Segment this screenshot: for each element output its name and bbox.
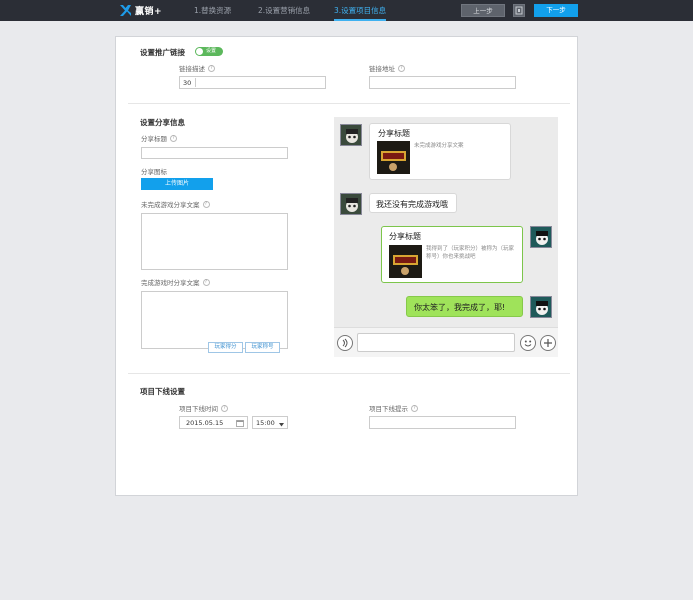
chat-bubble-right: 你太笨了，我完成了，耶!: [406, 296, 523, 317]
settings-card: 设置推广链接 设置 链接描述 ? 30 链接地址 ? 设置分享信息 分享标题 ?…: [115, 36, 578, 496]
top-bar: 赢销+ 1.替换资源 2.设置营销信息 3.设置项目信息 上一步 下一步: [0, 0, 693, 21]
game-thumbnail: [377, 141, 410, 174]
plus-icon[interactable]: [540, 335, 556, 351]
offline-time-value: 15:00: [256, 419, 275, 427]
link-url-input[interactable]: [369, 76, 516, 89]
finished-copy-label: 完成游戏时分享文案 ?: [141, 277, 210, 287]
offline-notice-input[interactable]: [369, 416, 516, 429]
chat-bubble-left: 我还没有完成游戏哦: [369, 193, 457, 213]
finished-copy-label-text: 完成游戏时分享文案: [141, 279, 200, 287]
calendar-icon[interactable]: [236, 419, 244, 429]
chat-input[interactable]: [357, 333, 515, 352]
offline-time-label-text: 项目下线时间: [179, 405, 218, 413]
promo-toggle[interactable]: 设置: [195, 47, 223, 56]
chevron-down-icon: [279, 421, 284, 429]
question-icon[interactable]: ?: [411, 404, 418, 412]
question-icon[interactable]: ?: [398, 64, 405, 72]
insert-player-title-button[interactable]: 玩家称号: [245, 342, 280, 353]
step-3-tab[interactable]: 3.设置项目信息: [334, 0, 387, 21]
game-thumbnail: [389, 245, 422, 278]
question-icon[interactable]: ?: [208, 64, 215, 72]
question-icon[interactable]: ?: [202, 200, 210, 208]
voice-icon[interactable]: [337, 335, 353, 351]
share-card-desc: 我得到了（玩家积分）被称为（玩家称号）你也来挑战吧: [426, 246, 515, 260]
share-card-desc: 未完成游戏分享文案: [414, 143, 464, 149]
question-icon[interactable]: ?: [202, 278, 210, 286]
share-section-title: 设置分享信息: [140, 118, 185, 127]
unfinished-copy-textarea[interactable]: [141, 213, 288, 270]
brand-name: 赢销+: [135, 7, 163, 17]
input-divider: [195, 78, 196, 87]
avatar-self: [530, 296, 552, 318]
offline-notice-label-text: 项目下线提示: [369, 405, 408, 413]
unfinished-copy-label-text: 未完成游戏分享文案: [141, 201, 200, 209]
offline-time-select[interactable]: 15:00: [252, 416, 288, 429]
chat-input-bar: [334, 327, 558, 357]
offline-time-label: 项目下线时间 ?: [179, 403, 228, 413]
share-preview-panel: 分享标题 未完成游戏分享文案 我还没有完成游戏哦 分享标题 我得到了（玩家积分）…: [334, 117, 558, 357]
link-desc-label-text: 链接描述: [179, 65, 205, 73]
link-desc-count: 30: [183, 79, 192, 87]
share-title-input[interactable]: [141, 147, 288, 159]
toggle-knob: [196, 48, 203, 55]
emoji-icon[interactable]: [520, 335, 536, 351]
logo[interactable]: 赢销+: [119, 4, 162, 17]
share-title-label: 分享标题 ?: [141, 133, 177, 143]
next-step-button[interactable]: 下一步: [534, 4, 578, 17]
chat-text: 你太笨了，我完成了，耶!: [414, 303, 506, 312]
section-divider: [128, 103, 570, 104]
toggle-label: 设置: [206, 48, 217, 54]
question-icon[interactable]: ?: [170, 134, 177, 142]
share-card-bubble-right: 分享标题 我得到了（玩家积分）被称为（玩家称号）你也来挑战吧: [381, 226, 523, 283]
step-2-tab[interactable]: 2.设置营销信息: [258, 0, 310, 21]
prev-step-button[interactable]: 上一步: [461, 4, 505, 17]
share-card-bubble: 分享标题 未完成游戏分享文案: [369, 123, 511, 180]
link-url-label-text: 链接地址: [369, 65, 395, 73]
promo-section-title: 设置推广链接: [140, 48, 185, 57]
share-icon-label: 分享图标: [141, 166, 167, 176]
unfinished-copy-label: 未完成游戏分享文案 ?: [141, 199, 210, 209]
link-desc-input[interactable]: 30: [179, 76, 326, 89]
offline-date-value: 2015.05.15: [186, 419, 224, 427]
step-1-tab[interactable]: 1.替换资源: [194, 0, 231, 21]
offline-date-input[interactable]: 2015.05.15: [179, 416, 248, 429]
link-url-label: 链接地址 ?: [369, 63, 405, 73]
link-desc-label: 链接描述 ?: [179, 63, 215, 73]
offline-section-title: 项目下线设置: [140, 387, 185, 396]
share-card-title: 分享标题: [389, 232, 421, 241]
upload-image-button[interactable]: 上传图片: [141, 178, 213, 190]
finished-copy-textarea[interactable]: 玩家得分 玩家称号: [141, 291, 288, 353]
share-title-label-text: 分享标题: [141, 135, 167, 143]
chat-text: 我还没有完成游戏哦: [376, 200, 448, 209]
share-card-title: 分享标题: [378, 129, 410, 138]
section-divider: [128, 373, 570, 374]
avatar-self: [530, 226, 552, 248]
x-logo-icon: [119, 4, 132, 17]
avatar: [340, 124, 362, 146]
share-icon-label-text: 分享图标: [141, 168, 167, 176]
insert-player-score-button[interactable]: 玩家得分: [208, 342, 243, 353]
question-icon[interactable]: ?: [221, 404, 228, 412]
avatar: [340, 193, 362, 215]
offline-notice-label: 项目下线提示 ?: [369, 403, 418, 413]
preview-qr-icon[interactable]: [513, 4, 525, 17]
